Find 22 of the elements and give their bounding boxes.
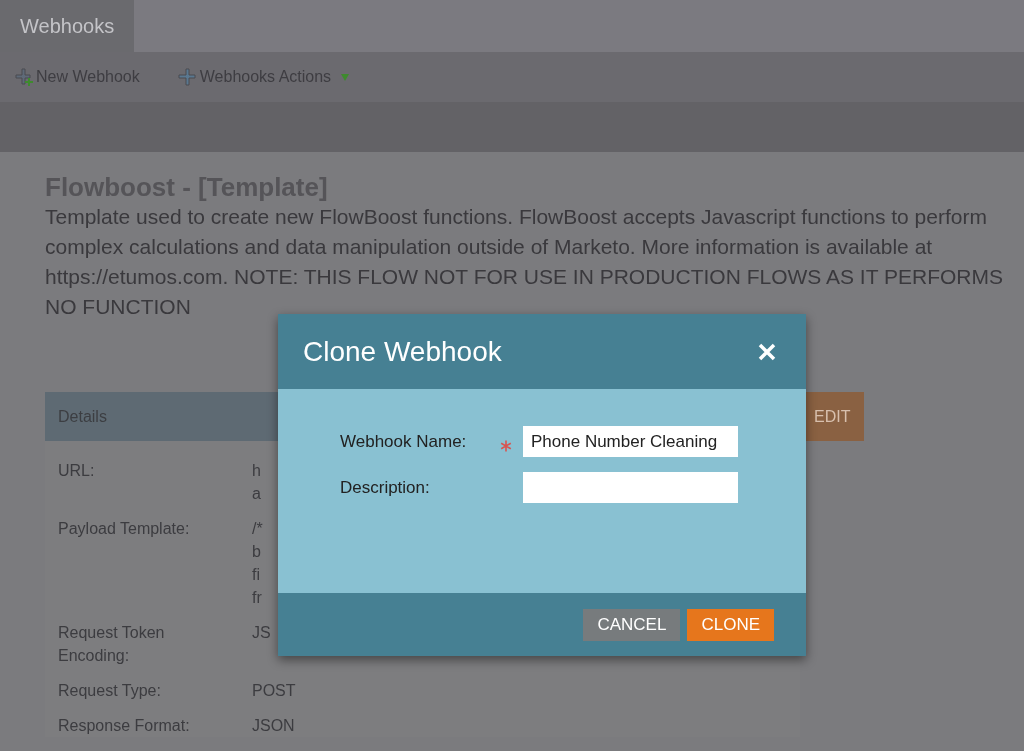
- field-label: Payload Template:: [58, 519, 191, 539]
- field-label: URL:: [58, 461, 96, 481]
- field-label: Response Format:: [58, 716, 191, 736]
- input-field[interactable]: [523, 472, 738, 503]
- caret-icon: [341, 73, 350, 81]
- plug-plus-icon: [12, 66, 34, 88]
- close-icon[interactable]: [758, 342, 776, 361]
- clone-button[interactable]: CLONE: [687, 608, 774, 641]
- field-value: /* b fi fr: [252, 519, 263, 608]
- field-value: POST: [252, 681, 296, 701]
- cancel-button[interactable]: CANCEL: [583, 608, 681, 641]
- input-field[interactable]: Phone Number Cleaning: [523, 426, 738, 457]
- field-label: Request Type:: [58, 681, 162, 701]
- field-label: Request Token Encoding:: [58, 623, 166, 666]
- page-description: Template used to create new FlowBoost functions. FlowBoost accepts Javascript functions to perform complex calculations and data manipulation outside of Marketo. More information is available at https://etumos.com. NOTE: THIS FLOW NOT FOR USE IN PRODUCTION FLOWS AS IT PERFORMS NO FUNCTION: [45, 204, 1004, 320]
- modal-title: Clone Webhook: [303, 334, 502, 369]
- tab[interactable]: Webhooks: [0, 0, 135, 52]
- field-value: h a: [252, 461, 261, 504]
- field-value: JSON: [252, 716, 295, 736]
- field-label: Description:: [340, 476, 431, 499]
- plug-icon: [175, 66, 198, 88]
- field-value: JS: [252, 623, 271, 643]
